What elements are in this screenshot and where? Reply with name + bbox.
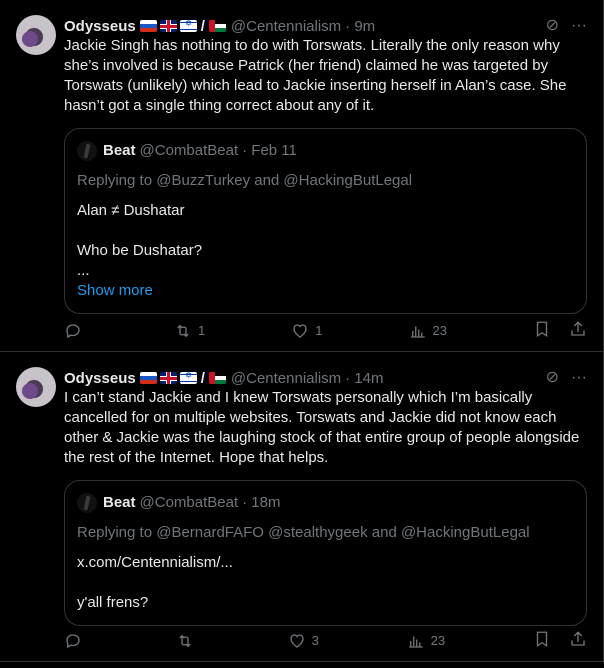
like-button[interactable]: 1 — [291, 322, 323, 340]
quote-time: · Feb 11 — [242, 142, 297, 159]
quote-avatar — [77, 141, 97, 161]
views-button[interactable]: 23 — [407, 632, 445, 650]
tweet[interactable]: Odysseus / @Centennialism · 9m ⊘ ··· Jac… — [0, 0, 604, 352]
quoted-tweet[interactable]: Beat @CombatBeat · Feb 11 Replying to @B… — [64, 128, 587, 314]
reply-icon — [66, 323, 80, 338]
quote-time: · 18m — [242, 494, 281, 511]
quote-avatar — [77, 493, 97, 513]
share-button[interactable] — [569, 630, 587, 651]
author-name[interactable]: Odysseus — [64, 370, 136, 387]
quote-author-handle: @CombatBeat — [139, 494, 239, 511]
retweet-button[interactable] — [176, 632, 200, 650]
retweet-button[interactable]: 1 — [174, 322, 205, 340]
views-count: 23 — [430, 633, 446, 648]
views-icon — [408, 636, 423, 648]
tweet-text: Jackie Singh has nothing to do with Tors… — [64, 37, 567, 114]
share-icon — [571, 631, 585, 646]
more-options-icon[interactable]: ··· — [571, 370, 587, 386]
quote-replying-to: Replying to @BuzzTurkey and @HackingButL… — [77, 172, 413, 189]
russia-flag-icon — [139, 372, 157, 384]
like-count: 1 — [315, 323, 323, 338]
uk-flag-icon — [159, 20, 177, 32]
quote-replying-to: Replying to @BernardFAFO @stealthygeek a… — [77, 524, 530, 541]
palestine-flag-icon — [208, 20, 226, 32]
author-handle[interactable]: @Centennialism — [231, 18, 341, 35]
quote-text-line: Alan ≠ Dushatar — [77, 202, 185, 219]
reply-button[interactable] — [64, 322, 88, 340]
russia-flag-icon — [139, 20, 157, 32]
avatar[interactable] — [16, 15, 56, 55]
retweet-icon — [177, 324, 189, 337]
quoted-tweet[interactable]: Beat @CombatBeat · 18m Replying to @Bern… — [64, 480, 587, 626]
retweet-count: 1 — [198, 323, 206, 338]
like-button[interactable]: 3 — [288, 632, 319, 650]
retweet-icon — [179, 634, 191, 647]
author-handle[interactable]: @Centennialism — [231, 370, 341, 387]
quote-text-line: y'all frens? — [77, 594, 149, 611]
show-more-link[interactable]: Show more — [77, 281, 574, 301]
avatar[interactable] — [16, 367, 56, 407]
share-button[interactable] — [569, 320, 587, 341]
quote-text-line: Who be Dushatar? — [77, 242, 203, 259]
author-name[interactable]: Odysseus — [64, 18, 136, 35]
heart-icon — [289, 633, 304, 648]
tweet-time[interactable]: · 14m — [345, 370, 383, 387]
views-count: 23 — [432, 323, 447, 338]
israel-flag-icon — [179, 370, 197, 384]
tweet-text: I can’t stand Jackie and I knew Torswats… — [64, 389, 580, 466]
uk-flag-icon — [159, 372, 177, 384]
quote-text-line: ... — [77, 262, 90, 279]
palestine-flag-icon — [208, 372, 226, 384]
bookmark-icon — [536, 631, 548, 648]
tweet[interactable]: Odysseus / @Centennialism · 14m ⊘ ··· I … — [0, 352, 604, 662]
heart-icon — [293, 323, 307, 338]
tweet-header: Odysseus / @Centennialism · 9m ⊘ ··· — [64, 14, 587, 38]
grok-icon[interactable]: ⊘ — [546, 18, 559, 34]
tweet-header: Odysseus / @Centennialism · 14m ⊘ ··· — [64, 366, 587, 390]
name-flags: / — [139, 369, 226, 387]
quote-author-handle: @CombatBeat — [139, 142, 239, 159]
more-options-icon[interactable]: ··· — [571, 18, 587, 34]
like-count: 3 — [311, 633, 319, 648]
slash-separator: / — [200, 369, 205, 387]
bookmark-button[interactable] — [533, 320, 551, 341]
reply-icon — [66, 633, 80, 648]
views-icon — [410, 326, 425, 338]
reply-button[interactable] — [64, 632, 88, 650]
share-icon — [571, 321, 585, 336]
bookmark-button[interactable] — [533, 630, 551, 651]
israel-flag-icon — [179, 18, 197, 32]
slash-separator: / — [200, 17, 205, 35]
grok-icon[interactable]: ⊘ — [546, 370, 559, 386]
quote-author-name: Beat — [103, 494, 136, 511]
views-button[interactable]: 23 — [409, 322, 447, 340]
quote-link-text[interactable]: x.com/Centennialism/... — [77, 553, 574, 573]
bookmark-icon — [536, 321, 548, 338]
name-flags: / — [139, 17, 226, 35]
quote-author-name: Beat — [103, 142, 136, 159]
tweet-time[interactable]: · 9m — [345, 18, 375, 35]
